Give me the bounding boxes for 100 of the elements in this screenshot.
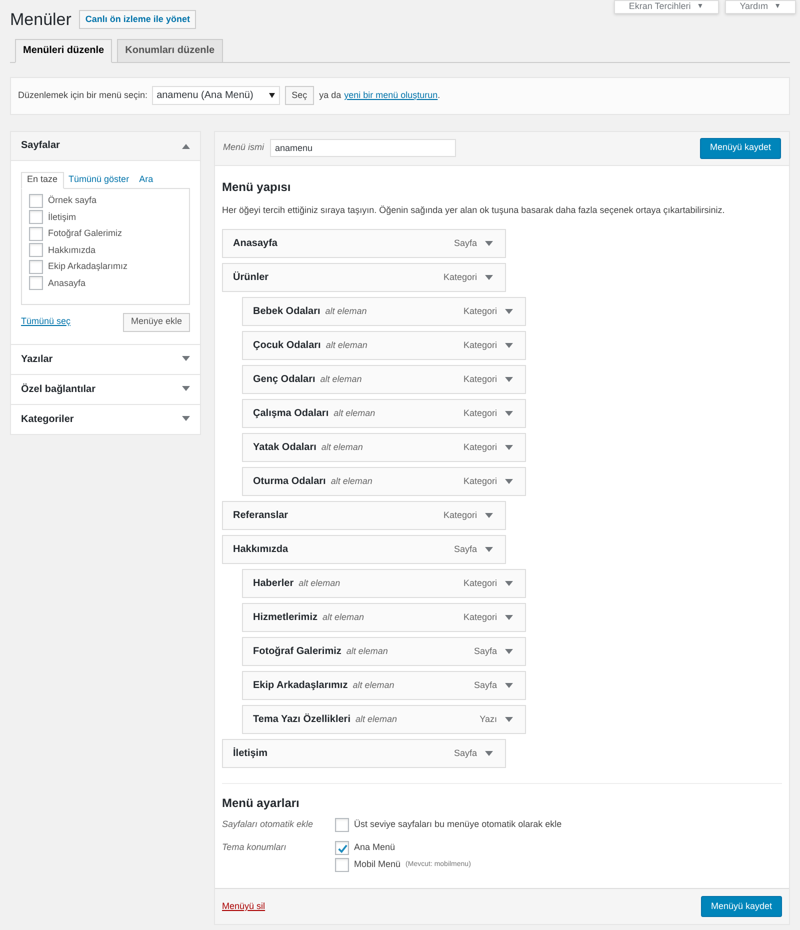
caret-up-icon[interactable] bbox=[182, 142, 190, 148]
menu-item-sublabel: alt eleman bbox=[326, 338, 368, 352]
menu-item-bar[interactable]: Oturma Odaları alt eleman Kategori bbox=[242, 467, 526, 496]
sidebar-tab[interactable]: Tümünü göster bbox=[64, 172, 134, 188]
page-checkbox[interactable] bbox=[29, 194, 43, 208]
menu-item-bar[interactable]: Fotoğraf Galerimiz alt eleman Sayfa bbox=[242, 637, 526, 666]
menu-item-sublabel: alt eleman bbox=[298, 576, 340, 590]
menu-item-title: Tema Yazı Özellikleri bbox=[253, 712, 350, 727]
menu-item-type: Kategori bbox=[443, 508, 478, 522]
page-label: Örnek sayfa bbox=[48, 194, 97, 207]
setting-option-label: Mobil Menü bbox=[354, 858, 401, 872]
menu-item-sublabel: alt eleman bbox=[322, 610, 364, 624]
menu-item-bar[interactable]: İletişim Sayfa bbox=[222, 739, 506, 768]
menu-item-title: Genç Odaları bbox=[253, 373, 316, 387]
menu-item-sublabel: alt eleman bbox=[320, 372, 362, 386]
delete-menu-link[interactable]: Menüyü sil bbox=[222, 900, 266, 914]
menu-name-field[interactable]: anamenu bbox=[270, 139, 456, 157]
auto-add-checkbox[interactable] bbox=[335, 818, 350, 832]
menu-item-title: Ekip Arkadaşlarımız bbox=[253, 679, 348, 693]
menu-item-bar[interactable]: Çocuk Odaları alt eleman Kategori bbox=[242, 331, 526, 360]
caret-down-icon[interactable] bbox=[505, 580, 514, 586]
caret-down-icon[interactable] bbox=[485, 240, 494, 246]
caret-down-icon[interactable] bbox=[182, 356, 190, 362]
menu-item-type: Kategori bbox=[463, 440, 498, 454]
menu-item-bar[interactable]: Anasayfa Sayfa bbox=[222, 229, 506, 258]
caret-down-icon[interactable] bbox=[505, 682, 514, 688]
menu-item-type: Kategori bbox=[463, 304, 498, 318]
caret-down-icon[interactable] bbox=[505, 614, 514, 620]
save-menu-button[interactable]: Menüyü kaydet bbox=[700, 896, 782, 917]
page-label: İletişim bbox=[48, 210, 76, 224]
select-all-link[interactable]: Tümünü seç bbox=[21, 315, 71, 329]
menu-item-bar[interactable]: Haberler alt eleman Kategori bbox=[242, 569, 526, 598]
caret-down-icon[interactable] bbox=[505, 478, 514, 484]
save-menu-button[interactable]: Menüyü kaydet bbox=[700, 138, 781, 158]
nav-tab[interactable]: Menüleri düzenle bbox=[15, 38, 112, 62]
menu-item-title: Bebek Odaları bbox=[253, 305, 320, 319]
menu-item-type: Sayfa bbox=[454, 746, 478, 760]
help-text: Her öğeyi tercih ettiğiniz sıraya taşıyın. Öğenin sağında yer alan ok tuşuna basarak daha fazla seçenek ortaya çıkartabilirsiniz. bbox=[222, 204, 726, 217]
or-text: ya da bbox=[319, 88, 342, 102]
menu-item-bar[interactable]: Bebek Odaları alt eleman Kategori bbox=[242, 297, 526, 326]
caret-down-icon[interactable] bbox=[505, 444, 514, 450]
caret-down-icon[interactable] bbox=[485, 512, 494, 518]
live-preview-button[interactable]: Canlı ön izleme ile yönet bbox=[79, 10, 196, 30]
menu-item-title: Anasayfa bbox=[233, 237, 278, 251]
menu-item-title: Hakkımızda bbox=[233, 543, 288, 557]
menu-select-label: Düzenlemek için bir menü seçin: bbox=[18, 88, 148, 102]
create-menu-link[interactable]: yeni bir menü oluşturun bbox=[344, 88, 438, 102]
accordion-header[interactable]: Sayfalar bbox=[11, 132, 200, 160]
setting-label: Tema konumları bbox=[222, 841, 288, 854]
menu-item-bar[interactable]: Yatak Odaları alt eleman Kategori bbox=[242, 433, 526, 462]
page-checkbox[interactable] bbox=[29, 276, 43, 290]
page-label: Hakkımızda bbox=[48, 244, 96, 256]
caret-down-icon[interactable] bbox=[505, 716, 514, 722]
nav-tab[interactable]: Konumları düzenle bbox=[117, 38, 223, 62]
setting-option-label: Üst seviye sayfaları bu menüye otomatik olarak ekle bbox=[354, 818, 562, 832]
sidebar-tab[interactable]: Ara bbox=[134, 172, 158, 188]
menu-item-type: Kategori bbox=[463, 406, 498, 420]
menu-item-type: Kategori bbox=[463, 372, 498, 386]
add-to-menu-button[interactable]: Menüye ekle bbox=[122, 312, 190, 332]
page-label: Anasayfa bbox=[48, 276, 86, 290]
menu-item-type: Kategori bbox=[463, 338, 498, 352]
caret-down-icon[interactable] bbox=[505, 342, 514, 348]
menu-select-dropdown[interactable]: anamenu (Ana Menü) bbox=[152, 86, 280, 105]
menu-item-bar[interactable]: Çalışma Odaları alt eleman Kategori bbox=[242, 399, 526, 428]
dropdown-arrow-icon bbox=[268, 93, 275, 98]
location-checkbox[interactable] bbox=[335, 858, 350, 872]
page-checkbox[interactable] bbox=[29, 260, 43, 274]
caret-down-icon[interactable] bbox=[182, 386, 190, 392]
caret-down-icon[interactable] bbox=[485, 546, 494, 552]
caret-down-icon[interactable] bbox=[505, 648, 514, 654]
page-checkbox[interactable] bbox=[29, 243, 43, 258]
menu-item-sublabel: alt eleman bbox=[352, 678, 394, 692]
caret-down-icon[interactable] bbox=[505, 308, 514, 314]
menu-item-type: Kategori bbox=[443, 270, 478, 284]
menu-item-sublabel: alt eleman bbox=[325, 304, 367, 318]
menu-item-title: İletişim bbox=[233, 746, 268, 761]
menu-item-title: Ürünler bbox=[233, 270, 269, 285]
menu-item-bar[interactable]: Ürünler Kategori bbox=[222, 263, 506, 292]
menu-item-bar[interactable]: Tema Yazı Özellikleri alt eleman Yazı bbox=[242, 705, 526, 734]
caret-down-icon[interactable] bbox=[485, 274, 494, 280]
section-heading: Menü yapısı bbox=[222, 178, 292, 196]
select-button[interactable]: Seç bbox=[284, 86, 314, 105]
menu-item-bar[interactable]: Hakkımızda Sayfa bbox=[222, 535, 506, 564]
location-checkbox[interactable] bbox=[335, 841, 350, 855]
caret-down-icon[interactable] bbox=[182, 416, 190, 422]
caret-down-icon[interactable] bbox=[505, 410, 514, 416]
page-title: Menüler bbox=[10, 9, 72, 31]
caret-down-icon[interactable] bbox=[485, 750, 494, 756]
menu-item-sublabel: alt eleman bbox=[321, 440, 363, 454]
menu-item-bar[interactable]: Genç Odaları alt eleman Kategori bbox=[242, 365, 526, 394]
sidebar-tab[interactable]: En taze bbox=[21, 172, 64, 188]
caret-down-icon[interactable] bbox=[505, 376, 514, 382]
page-checkbox[interactable] bbox=[29, 210, 43, 224]
period-text: . bbox=[438, 88, 440, 102]
menu-item-bar[interactable]: Referanslar Kategori bbox=[222, 501, 506, 530]
menu-item-bar[interactable]: Hizmetlerimiz alt eleman Kategori bbox=[242, 603, 526, 632]
checkmark-icon bbox=[336, 842, 348, 854]
page-checkbox[interactable] bbox=[29, 226, 43, 241]
page-label: Ekip Arkadaşlarımız bbox=[48, 260, 128, 273]
menu-item-bar[interactable]: Ekip Arkadaşlarımız alt eleman Sayfa bbox=[242, 671, 526, 700]
